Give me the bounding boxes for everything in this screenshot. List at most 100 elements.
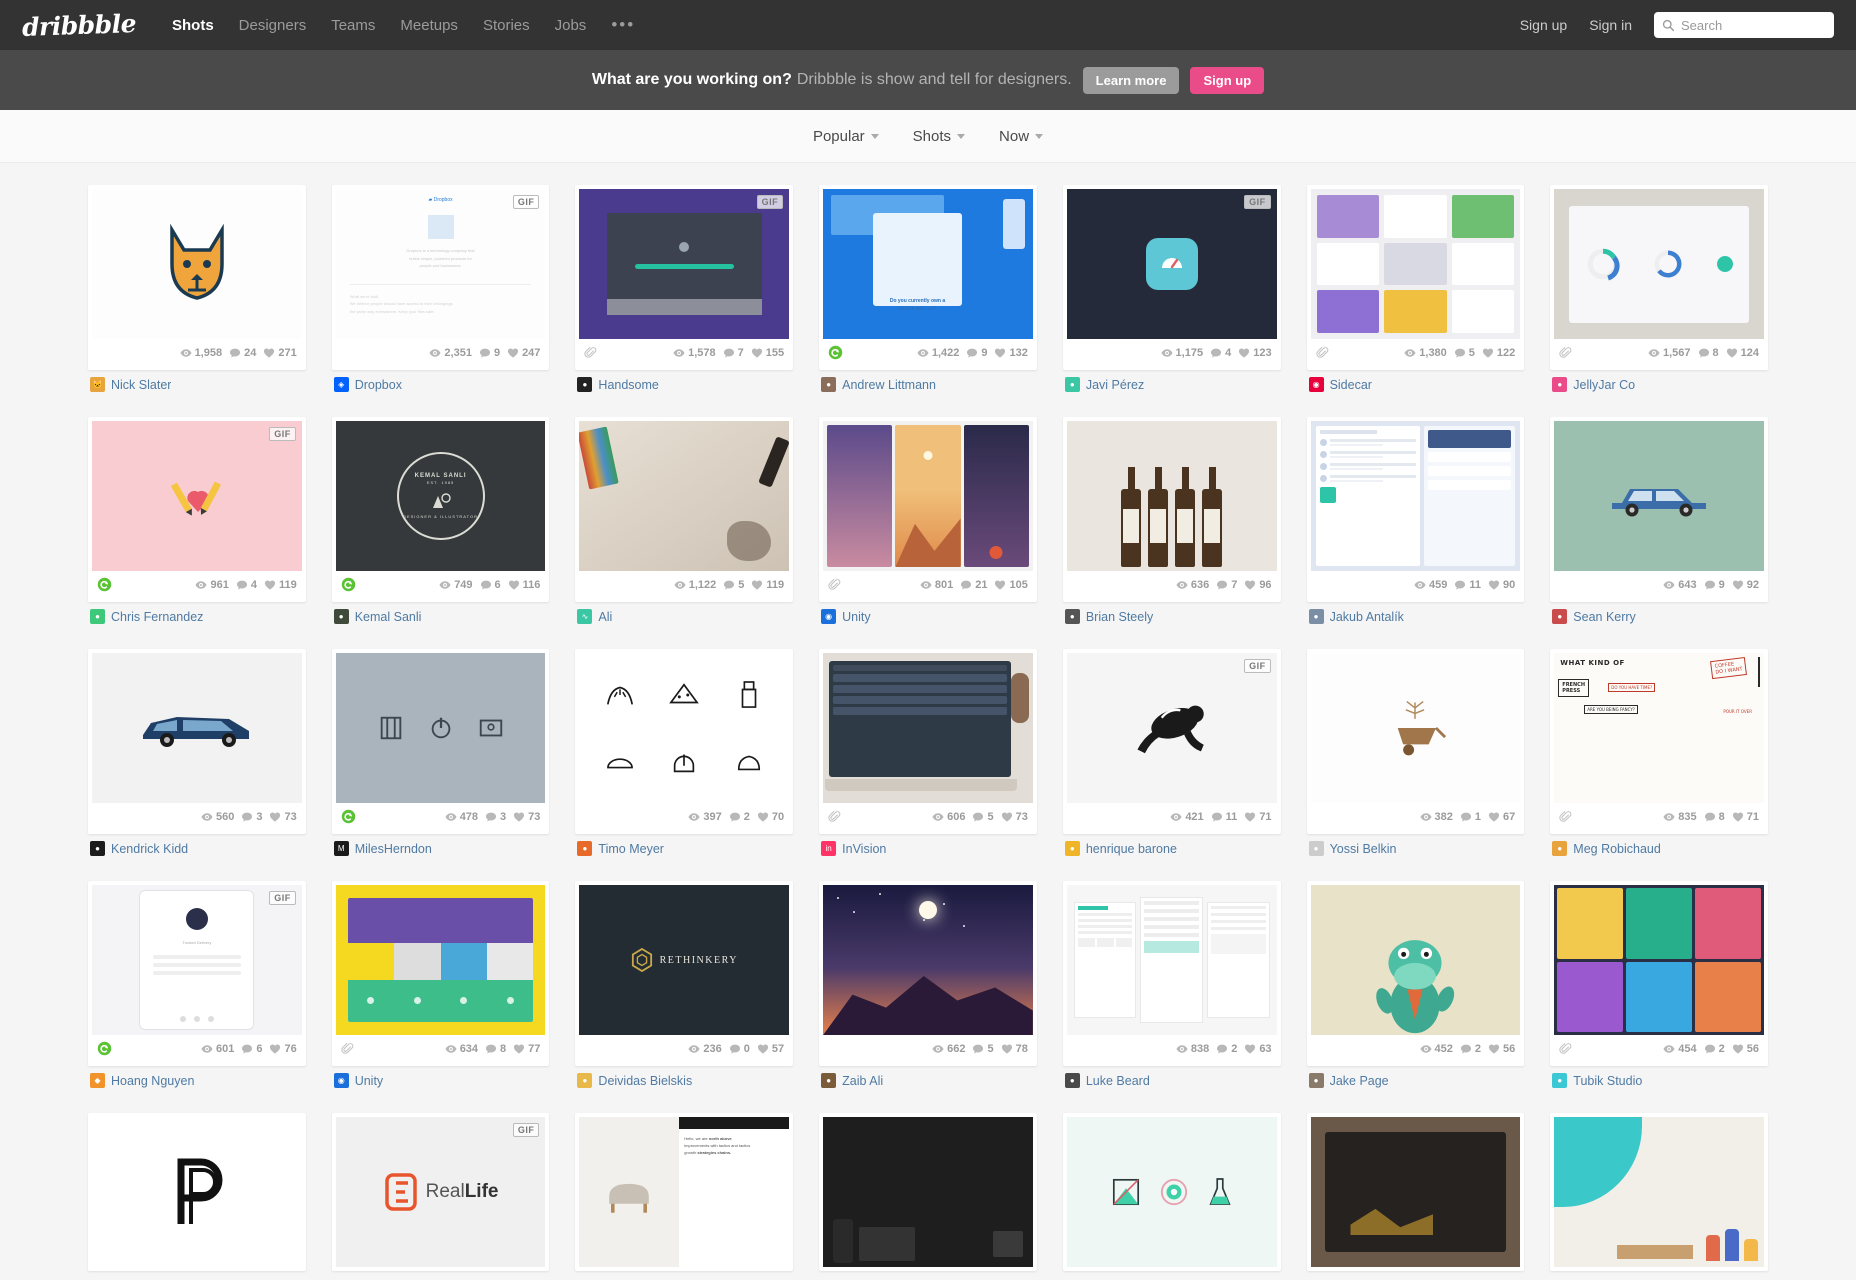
likes-stat[interactable]: 56 bbox=[1488, 1043, 1515, 1055]
shot-image[interactable]: ▰ Dropbox Dropbox is a technology company… bbox=[335, 189, 546, 339]
shot-image[interactable] bbox=[1554, 1117, 1764, 1267]
avatar[interactable]: ● bbox=[90, 841, 105, 856]
avatar[interactable]: ● bbox=[1552, 1073, 1568, 1088]
shot-thumbnail-wrap[interactable]: 397 2 70 bbox=[575, 649, 794, 834]
shot-thumbnail-wrap[interactable]: 1,122 5 119 bbox=[575, 417, 794, 602]
shot-thumbnail-wrap[interactable]: 454 2 56 bbox=[1550, 881, 1768, 1066]
shot-author[interactable]: ● Kemal Sanli bbox=[332, 609, 550, 624]
shot-card[interactable]: GIF 1,578 7 155 ● Handsome bbox=[575, 185, 794, 392]
search-input[interactable]: Search bbox=[1681, 18, 1722, 33]
shot-image[interactable]: Hello, we are north above improvements wi… bbox=[579, 1117, 790, 1267]
author-name[interactable]: Handsome bbox=[598, 378, 658, 392]
shot-image[interactable] bbox=[1310, 421, 1521, 571]
shot-image[interactable] bbox=[823, 653, 1033, 803]
shot-author[interactable]: ● Brian Steely bbox=[1063, 609, 1281, 624]
shot-image[interactable]: GIF bbox=[579, 189, 790, 339]
shot-image[interactable]: RETHINKERY bbox=[579, 885, 790, 1035]
nav-item-jobs[interactable]: Jobs bbox=[555, 17, 587, 34]
avatar[interactable]: ● bbox=[1308, 609, 1324, 624]
nav-item-shots[interactable]: Shots bbox=[172, 17, 214, 34]
avatar[interactable]: ● bbox=[1064, 377, 1080, 392]
shot-card[interactable]: 459 11 90 ● Jakub Antalík bbox=[1306, 417, 1525, 624]
shot-image[interactable] bbox=[92, 189, 302, 339]
filter-now[interactable]: Now bbox=[999, 128, 1044, 145]
likes-stat[interactable]: 116 bbox=[508, 579, 540, 591]
shot-thumbnail-wrap[interactable]: GIF 1,578 7 155 bbox=[575, 185, 794, 370]
author-name[interactable]: Hoang Nguyen bbox=[111, 1074, 194, 1088]
dribbble-logo[interactable]: dribbble bbox=[22, 9, 137, 42]
shot-image[interactable] bbox=[1310, 189, 1521, 339]
rebound-badge[interactable] bbox=[341, 577, 356, 592]
shot-image[interactable] bbox=[335, 653, 546, 803]
shot-card[interactable]: RETHINKERY 236 0 57 ● Deividas Bielskis bbox=[575, 881, 794, 1088]
shot-card[interactable]: 662 5 78 ● Zaib Ali bbox=[819, 881, 1037, 1088]
shot-image[interactable] bbox=[1554, 189, 1764, 339]
avatar[interactable]: ◉ bbox=[821, 609, 837, 624]
shot-author[interactable]: 🐱 Nick Slater bbox=[88, 377, 306, 392]
shot-thumbnail-wrap[interactable]: 382 1 67 bbox=[1306, 649, 1525, 834]
shot-image[interactable] bbox=[1310, 885, 1521, 1035]
shot-image[interactable]: KEMAL SANLI EST. 1985 DESIGNER & ILLUSTRAT… bbox=[335, 421, 546, 571]
shot-author[interactable]: M MilesHerndon bbox=[332, 841, 550, 856]
likes-stat[interactable]: 105 bbox=[994, 579, 1028, 591]
shot-card[interactable]: 454 2 56 ● Tubik Studio bbox=[1550, 881, 1768, 1088]
shot-card[interactable]: GIF 421 11 71 ● henrique barone bbox=[1062, 649, 1281, 856]
shot-author[interactable]: ● Jakub Antalík bbox=[1307, 609, 1525, 624]
shot-thumbnail-wrap[interactable]: 1,958 24 271 bbox=[88, 185, 306, 370]
shot-thumbnail-wrap[interactable]: Trusted Delivery GIF 601 6 76 bbox=[88, 881, 306, 1066]
attachment-badge[interactable] bbox=[828, 810, 841, 823]
attachment-badge[interactable] bbox=[341, 1042, 354, 1055]
avatar[interactable]: ∿ bbox=[577, 609, 593, 624]
shot-image[interactable]: Trusted Delivery GIF bbox=[92, 885, 302, 1035]
likes-stat[interactable]: 119 bbox=[264, 579, 297, 591]
shot-image[interactable] bbox=[1066, 885, 1277, 1035]
shot-thumbnail-wrap[interactable]: 1,380 5 122 bbox=[1306, 185, 1525, 370]
search-box[interactable]: Search bbox=[1654, 12, 1834, 38]
likes-stat[interactable]: 71 bbox=[1244, 811, 1272, 823]
attachment-badge[interactable] bbox=[828, 578, 841, 591]
shot-card[interactable]: 801 21 105 ◉ Unity bbox=[819, 417, 1037, 624]
author-name[interactable]: Dropbox bbox=[355, 378, 402, 392]
author-name[interactable]: Unity bbox=[355, 1074, 383, 1088]
shot-image[interactable]: GIF bbox=[1066, 189, 1277, 339]
likes-stat[interactable]: 132 bbox=[994, 347, 1028, 359]
shot-card[interactable]: 634 8 77 ◉ Unity bbox=[331, 881, 550, 1088]
avatar[interactable]: ● bbox=[1552, 377, 1568, 392]
shot-image[interactable]: RealLife GIF bbox=[335, 1117, 546, 1267]
avatar[interactable]: ● bbox=[1308, 1073, 1324, 1088]
shot-card[interactable]: 1,567 8 124 ● JellyJar Co bbox=[1550, 185, 1768, 392]
author-name[interactable]: Luke Beard bbox=[1086, 1074, 1150, 1088]
shot-thumbnail-wrap[interactable]: Hello, we are north above improvements wi… bbox=[575, 1113, 794, 1271]
shot-image[interactable]: GIF bbox=[1066, 653, 1277, 803]
avatar[interactable]: ● bbox=[1064, 609, 1080, 624]
shot-card[interactable]: 1,122 5 119 ∿ Ali bbox=[575, 417, 794, 624]
rebound-badge[interactable] bbox=[97, 1041, 112, 1056]
shot-card[interactable]: 606 5 73 in InVision bbox=[819, 649, 1037, 856]
avatar[interactable]: M bbox=[333, 841, 349, 856]
shot-author[interactable]: ● henrique barone bbox=[1063, 841, 1281, 856]
author-name[interactable]: Brian Steely bbox=[1086, 610, 1153, 624]
shot-card[interactable]: 478 3 73 M MilesHerndon bbox=[331, 649, 550, 856]
author-name[interactable]: Timo Meyer bbox=[598, 842, 664, 856]
author-name[interactable]: Chris Fernandez bbox=[111, 610, 203, 624]
author-name[interactable]: Yossi Belkin bbox=[1330, 842, 1397, 856]
likes-stat[interactable]: 57 bbox=[757, 1043, 784, 1055]
likes-stat[interactable]: 73 bbox=[513, 811, 540, 823]
shot-card[interactable]: 452 2 56 ● Jake Page bbox=[1306, 881, 1525, 1088]
shot-thumbnail-wrap[interactable]: RETHINKERY 236 0 57 bbox=[575, 881, 794, 1066]
banner-sign-up-button[interactable]: Sign up bbox=[1190, 66, 1265, 94]
shot-image[interactable]: WHAT KIND OF COFFEE DO I WANT FRENCH PRESS DO… bbox=[1554, 653, 1764, 803]
avatar[interactable]: ● bbox=[577, 841, 593, 856]
shot-thumbnail-wrap[interactable]: 560 3 73 bbox=[88, 649, 306, 834]
shot-image[interactable] bbox=[579, 653, 790, 803]
shot-image[interactable] bbox=[1066, 1117, 1277, 1267]
shot-thumbnail-wrap[interactable]: 636 7 96 bbox=[1062, 417, 1281, 602]
more-menu-icon[interactable]: ••• bbox=[611, 15, 635, 35]
shot-author[interactable]: ● Andrew Littmann bbox=[819, 377, 1037, 392]
avatar[interactable]: in bbox=[821, 841, 837, 856]
shot-thumbnail-wrap[interactable]: 478 3 73 bbox=[331, 649, 550, 834]
likes-stat[interactable]: 90 bbox=[1488, 579, 1515, 591]
shot-thumbnail-wrap[interactable]: 643 9 92 bbox=[1550, 417, 1768, 602]
rebound-badge[interactable] bbox=[97, 577, 112, 592]
shot-image[interactable] bbox=[1554, 885, 1764, 1035]
